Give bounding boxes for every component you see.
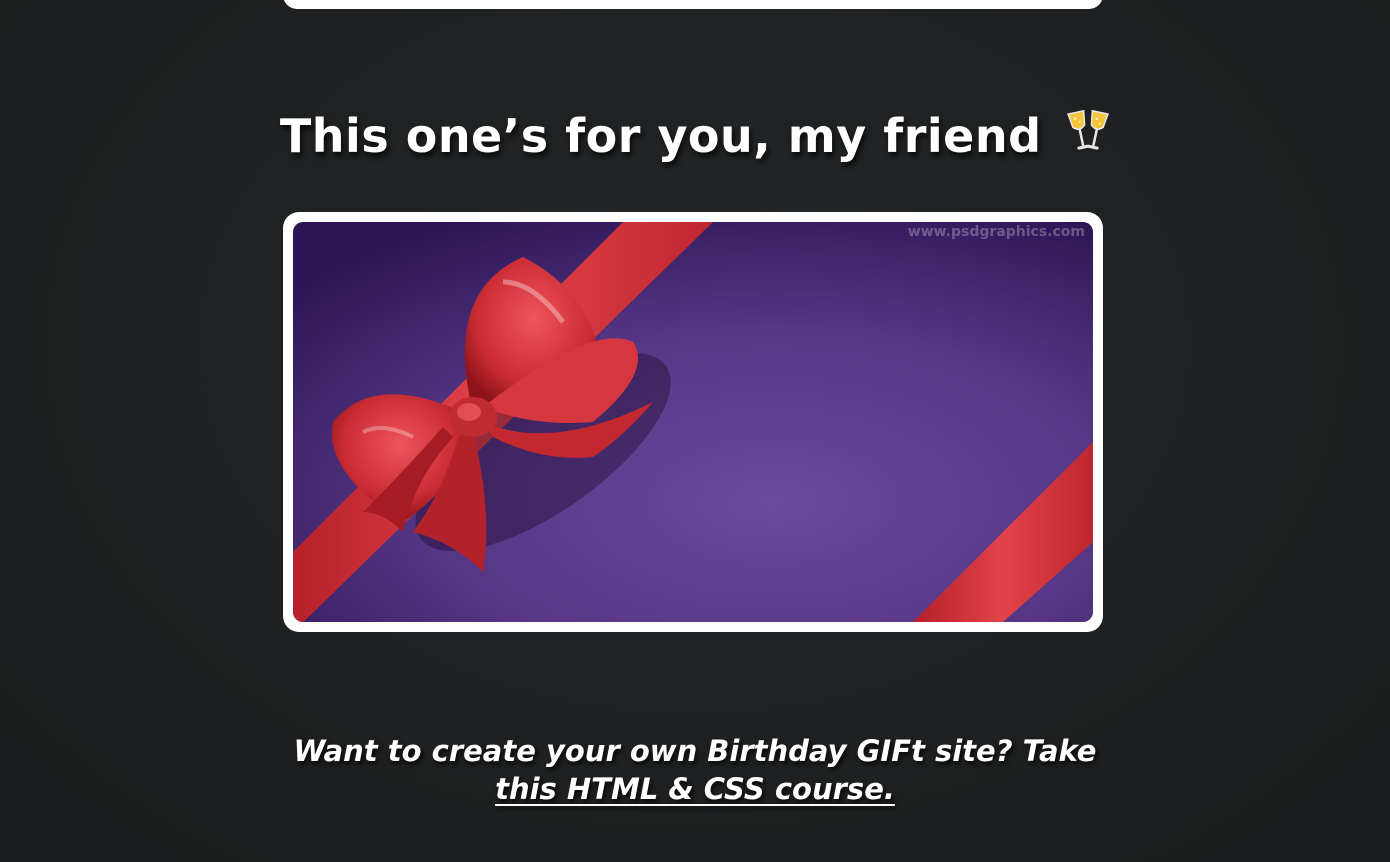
champagne-glasses-icon	[1066, 108, 1110, 167]
page: This one’s for you, my friend www.psdgra…	[0, 0, 1390, 862]
gift-illustration	[293, 222, 1093, 622]
course-link[interactable]: this HTML & CSS course.	[495, 772, 895, 806]
gift-image: www.psdgraphics.com	[293, 222, 1093, 622]
headline-text: This one’s for you, my friend	[279, 109, 1042, 163]
page-headline: This one’s for you, my friend	[0, 108, 1390, 167]
cta-text: Want to create your own Birthday GIFt si…	[0, 732, 1390, 808]
image-watermark: www.psdgraphics.com	[907, 224, 1085, 240]
cta-message: Want to create your own Birthday GIFt si…	[293, 734, 1097, 768]
gift-card: www.psdgraphics.com	[283, 212, 1103, 632]
previous-card-bottom	[283, 0, 1103, 9]
